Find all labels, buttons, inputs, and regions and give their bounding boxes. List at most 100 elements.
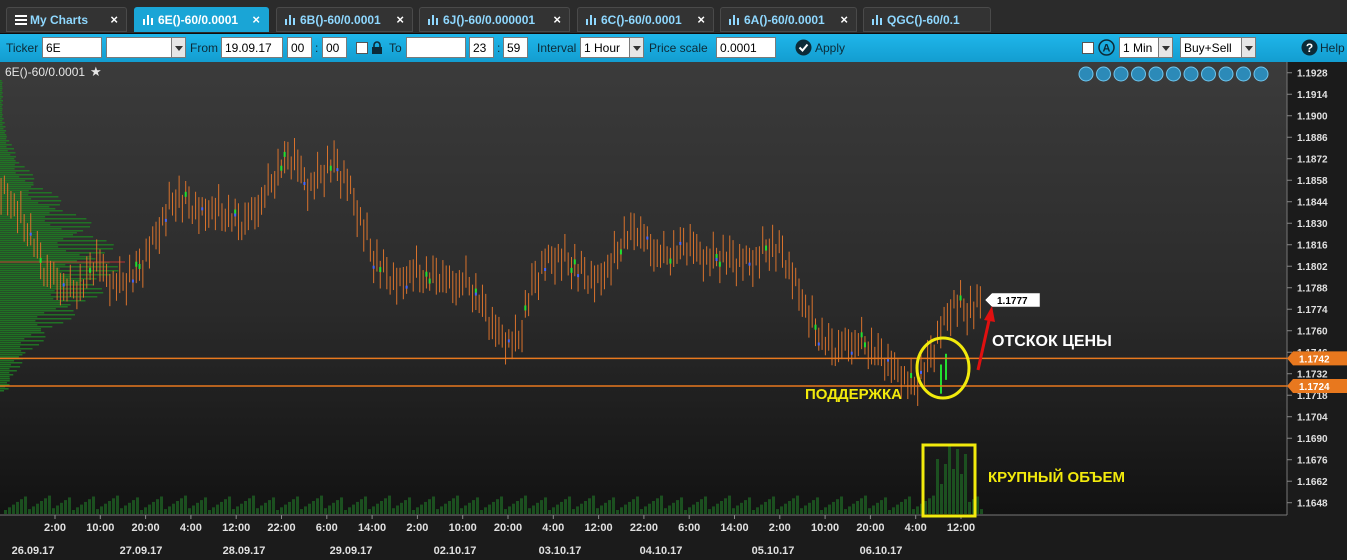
chevron-down-icon[interactable] — [1158, 37, 1173, 58]
close-icon[interactable]: × — [252, 12, 260, 27]
profile-bar — [0, 334, 32, 336]
volume-bar — [192, 505, 195, 514]
to-minute-input[interactable]: 59 — [503, 37, 528, 58]
profile-bar — [0, 168, 15, 170]
close-icon[interactable]: × — [553, 12, 561, 27]
profile-bar — [0, 302, 60, 304]
timeframe-select[interactable]: 1 Min — [1119, 37, 1159, 58]
buy-volume-tick — [863, 342, 866, 348]
volume-bar — [272, 497, 275, 514]
volume-bar — [324, 508, 327, 514]
volume-bar — [144, 507, 147, 514]
profile-bar — [0, 120, 3, 122]
to-checkbox[interactable] — [356, 42, 368, 54]
help-link[interactable]: Help — [1320, 41, 1345, 55]
buy-volume-tick — [860, 332, 863, 338]
to-hour-input[interactable]: 23 — [469, 37, 494, 58]
volume-bar — [612, 497, 615, 514]
volume-bar — [684, 510, 687, 514]
profile-bar — [0, 204, 60, 206]
volume-bar — [300, 509, 303, 514]
sell-volume-tick — [29, 232, 32, 236]
current-price-text: 1.1777 — [997, 296, 1028, 307]
profile-bar — [0, 216, 46, 218]
tab-6c[interactable]: 6C()-60/0.0001 × — [577, 7, 714, 32]
volume-bar — [868, 508, 871, 514]
profile-bar — [0, 154, 11, 156]
profile-bar — [0, 384, 10, 386]
profile-bar — [0, 364, 11, 366]
volume-bar — [336, 500, 339, 514]
apply-button[interactable]: Apply — [815, 41, 845, 55]
chart-tool-icon — [1131, 66, 1146, 82]
at-sign-icon[interactable]: A — [1098, 39, 1115, 59]
volume-bar — [600, 505, 603, 514]
chart-panel[interactable]: 1.1928 1.1914 1.1900 1.1886 1.1872 1.1858 1.18… — [0, 62, 1347, 560]
profile-bar — [0, 176, 20, 178]
ticker-input[interactable]: 6E — [42, 37, 102, 58]
chevron-down-icon[interactable] — [171, 37, 186, 58]
profile-bar — [0, 112, 3, 114]
chart-title: 6E()-60/0.0001 — [5, 65, 85, 79]
date-tick-label: 06.10.17 — [860, 545, 903, 557]
chevron-down-icon[interactable] — [1241, 37, 1256, 58]
profile-bar — [0, 238, 64, 240]
star-icon[interactable]: ★ — [90, 64, 102, 79]
tab-6b[interactable]: 6B()-60/0.0001 × — [276, 7, 413, 32]
close-icon[interactable]: × — [110, 12, 118, 27]
volume-bar — [456, 495, 459, 514]
option-checkbox[interactable] — [1082, 42, 1094, 54]
volume-bar — [28, 509, 31, 514]
volume-bar — [472, 500, 475, 514]
tab-6e[interactable]: 6E()-60/0.0001 × — [134, 7, 269, 32]
price-tick-label: 1.1760 — [1297, 327, 1328, 338]
date-tick-label: 04.10.17 — [640, 545, 683, 557]
to-date-input[interactable] — [406, 37, 466, 58]
tab-6a[interactable]: 6A()-60/0.0001 × — [720, 7, 857, 32]
buy-volume-tick — [814, 324, 817, 330]
price-scale-input[interactable]: 0.0001 — [716, 37, 776, 58]
chevron-down-icon[interactable] — [629, 37, 644, 58]
buy-volume-tick — [428, 278, 431, 284]
tab-qgc[interactable]: QGC()-60/0.1 — [863, 7, 991, 32]
help-icon[interactable]: ? — [1301, 39, 1318, 59]
from-hour-input[interactable]: 00 — [287, 37, 312, 58]
volume-bar — [700, 499, 703, 514]
interval-select[interactable]: 1 Hour — [580, 37, 630, 58]
close-icon[interactable]: × — [697, 12, 705, 27]
volume-bar — [276, 510, 279, 514]
volume-bar — [44, 498, 47, 514]
buy-volume-tick — [138, 264, 141, 270]
date-axis-ticks: 26.09.17 27.09.17 28.09.17 29.09.17 02.10.17… — [12, 545, 903, 557]
profile-bar — [0, 348, 33, 350]
tab-my-charts[interactable]: My Charts × — [6, 7, 127, 32]
check-circle-icon[interactable] — [795, 39, 812, 59]
price-chart[interactable]: 1.1928 1.1914 1.1900 1.1886 1.1872 1.1858 1.18… — [0, 62, 1347, 560]
tab-6j[interactable]: 6J()-60/0.000001 × — [419, 7, 570, 32]
volume-bar — [476, 497, 479, 514]
sell-volume-tick — [201, 207, 204, 211]
profile-bar — [0, 282, 81, 284]
volume-bar — [284, 504, 287, 514]
volume-bar — [640, 509, 643, 514]
side-select[interactable]: Buy+Sell — [1180, 37, 1242, 58]
interval-label: Interval — [537, 41, 577, 55]
tab-label: 6B()-60/0.0001 — [300, 13, 381, 27]
volume-bar — [96, 509, 99, 514]
profile-bar — [0, 208, 56, 210]
volume-bar — [652, 501, 655, 514]
svg-text:?: ? — [1306, 41, 1313, 55]
volume-bar — [400, 502, 403, 514]
profile-bar — [0, 130, 7, 132]
close-icon[interactable]: × — [840, 12, 848, 27]
volume-bar — [216, 504, 219, 514]
volume-bar — [448, 501, 451, 514]
profile-bar — [0, 272, 62, 274]
from-minute-input[interactable]: 00 — [322, 37, 347, 58]
from-date-input[interactable]: 19.09.17 — [221, 37, 283, 58]
close-icon[interactable]: × — [396, 12, 404, 27]
volume-bar — [664, 508, 667, 514]
buy-volume-tick — [959, 295, 962, 301]
ticker-dropdown[interactable] — [106, 37, 172, 58]
price-tick-label: 1.1900 — [1297, 112, 1328, 123]
